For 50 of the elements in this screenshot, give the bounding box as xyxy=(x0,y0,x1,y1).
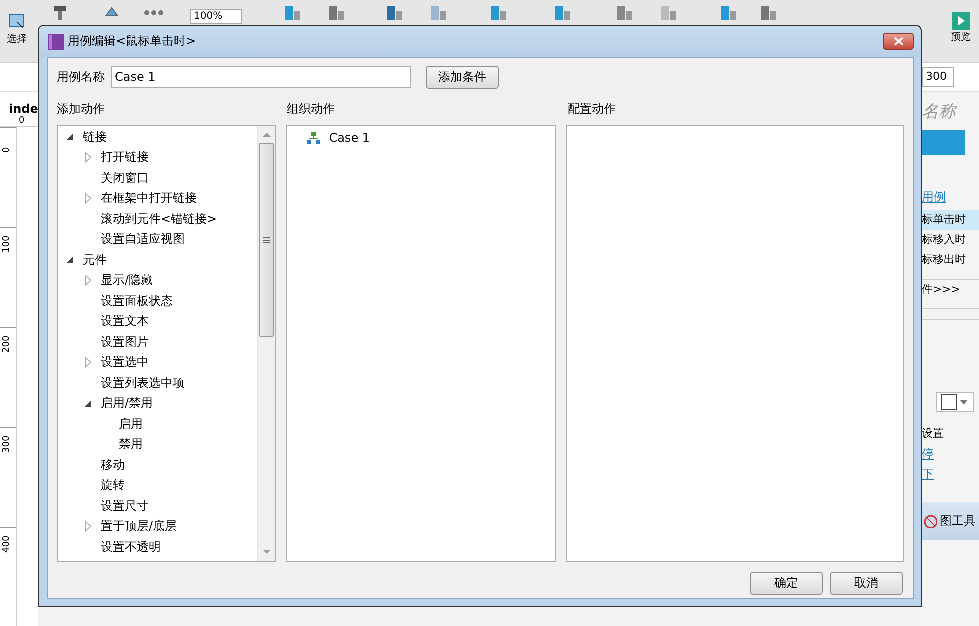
tree-item[interactable]: 关闭窗口 xyxy=(101,170,149,187)
window-title: 用例编辑<鼠标单击时> xyxy=(68,33,196,50)
add-case-link[interactable]: 用例 xyxy=(922,190,946,204)
tree-item[interactable]: 设置选中 xyxy=(101,354,149,372)
tree-item[interactable]: 启用/禁用 xyxy=(101,395,154,412)
tree-item[interactable]: 禁用 xyxy=(119,436,143,454)
preview-label: 预览 xyxy=(951,31,971,44)
case-name-label: 用例名称 xyxy=(57,68,106,86)
tree-item[interactable]: 设置图片 xyxy=(101,334,149,351)
tree-item[interactable]: 设置文本 xyxy=(101,313,149,330)
tree-item[interactable]: 启用 xyxy=(119,416,143,433)
zoom-field[interactable]: 100% xyxy=(190,9,242,24)
event-item[interactable]: 标移出时 xyxy=(922,250,979,270)
more-events-link[interactable]: 件>>> xyxy=(922,280,979,300)
event-item[interactable]: 标单击时 xyxy=(922,210,979,230)
width-field[interactable]: 300 xyxy=(922,67,954,87)
dialog-button[interactable]: 确定 xyxy=(750,572,823,595)
interaction-link[interactable]: 下 xyxy=(922,467,934,481)
case-name-field[interactable]: Case 1 xyxy=(111,66,411,88)
column-heading: 配置动作 xyxy=(568,101,616,117)
settings-label: 设置 xyxy=(922,426,945,442)
tree-item[interactable]: 设置尺寸 xyxy=(101,498,149,515)
tree-item[interactable]: 设置列表选中项 xyxy=(101,374,185,392)
tree-item[interactable]: 滚动到元件<锚链接> xyxy=(101,210,218,228)
add-condition-button[interactable]: 添加条件 xyxy=(426,66,499,88)
ruler-label: 400 xyxy=(2,534,12,553)
column-heading: 组织动作 xyxy=(287,101,336,117)
tree-item[interactable]: 在框架中打开链接 xyxy=(101,190,197,208)
widget-name: 名称 xyxy=(922,101,959,124)
tree-item[interactable]: 链接 xyxy=(83,128,107,146)
tree-item[interactable]: 置于顶层/底层 xyxy=(101,518,178,536)
tree-item[interactable]: 元件 xyxy=(83,252,107,269)
tree-item[interactable]: 设置自适应视图 xyxy=(101,231,185,248)
event-item[interactable]: 标移入时 xyxy=(922,230,979,250)
page-tab[interactable]: inde xyxy=(0,92,38,116)
dialog-button[interactable]: 取消 xyxy=(830,572,903,595)
case-item[interactable]: Case 1 xyxy=(329,131,370,145)
tree-item[interactable]: 显示/隐藏 xyxy=(101,272,154,290)
ruler-label: 0 xyxy=(2,146,12,153)
tree-item[interactable]: 设置面板状态 xyxy=(101,292,173,310)
tree-item[interactable]: 设置不透明 xyxy=(101,538,161,556)
tree-item[interactable]: 移动 xyxy=(101,456,125,474)
ruler-label: 200 xyxy=(2,334,12,353)
select-tool-label: 选择 xyxy=(7,32,27,46)
ruler-label: 100 xyxy=(2,234,12,253)
tree-item[interactable]: 打开链接 xyxy=(101,149,149,166)
interaction-link[interactable]: 停 xyxy=(922,447,934,461)
column-heading: 添加动作 xyxy=(57,101,106,117)
ruler-label: 300 xyxy=(2,434,12,453)
tree-item[interactable]: 旋转 xyxy=(101,477,125,494)
